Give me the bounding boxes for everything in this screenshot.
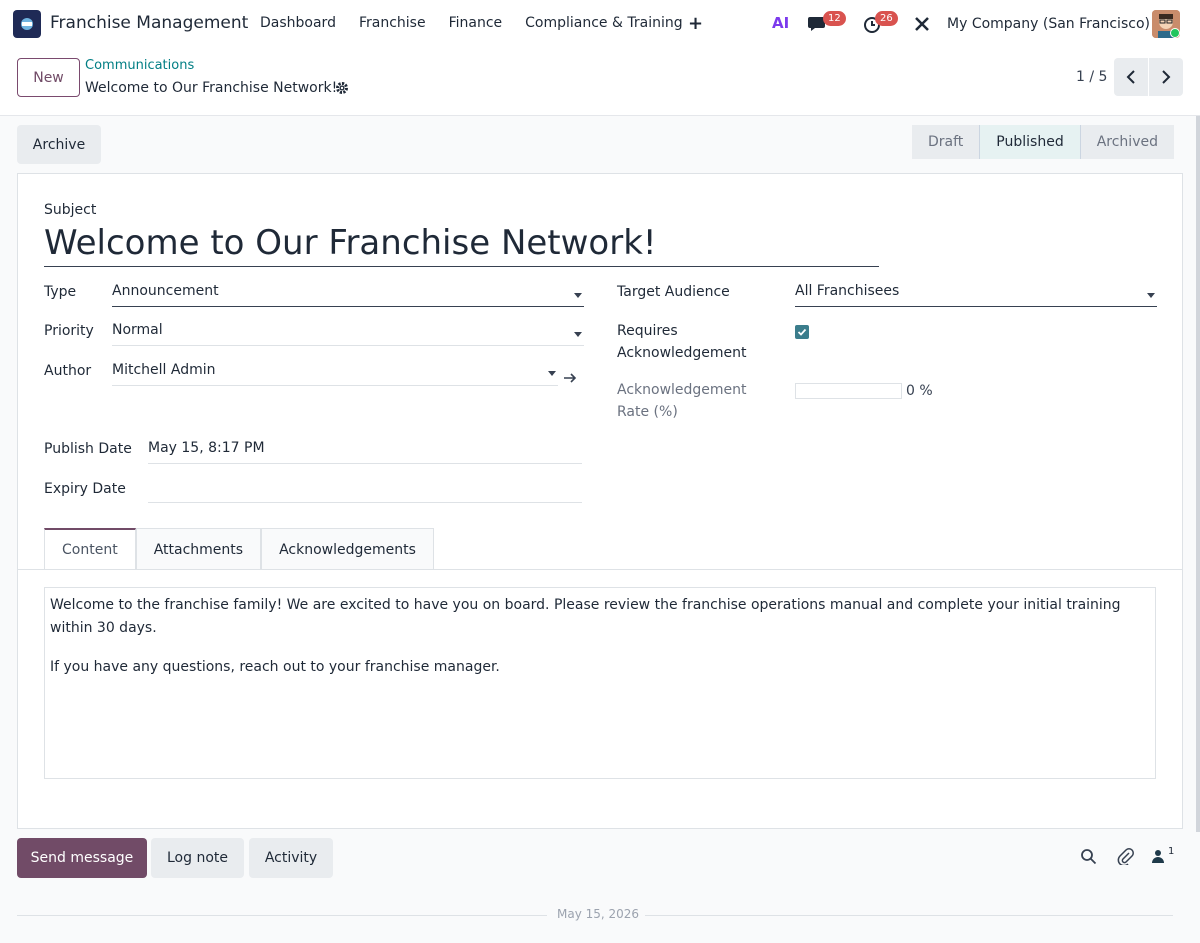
publish-date-label: Publish Date [44,441,132,457]
activity-badge: 26 [875,11,898,26]
content-paragraph: Welcome to the franchise family! We are … [50,597,1121,636]
status-archived[interactable]: Archived [1079,125,1174,159]
tab-divider [18,569,1182,570]
app-logo-icon[interactable] [13,10,41,38]
menu-compliance-training[interactable]: Compliance & Training [525,15,682,31]
tab-attachments[interactable]: Attachments [135,528,262,570]
log-note-button[interactable]: Log note [151,838,244,878]
scrollbar[interactable] [1196,116,1200,832]
requires-ack-label-line-1: Requires [617,323,678,339]
type-select[interactable]: Announcement [112,283,584,307]
ack-rate-label-line-2: Rate (%) [617,404,678,420]
chat-badge: 12 [823,11,846,26]
pager-value[interactable]: 1 / 5 [1076,69,1107,85]
requires-ack-checkbox[interactable] [795,325,809,339]
status-bar: Draft Published Archived [912,125,1174,159]
top-navbar: Franchise Management Dashboard Franchise… [0,0,1200,48]
date-separator-line [17,915,547,916]
tab-acknowledgements[interactable]: Acknowledgements [261,528,434,570]
ack-rate-progress-bar [795,383,902,399]
archive-button[interactable]: Archive [17,125,101,164]
notebook-tabs: Content Attachments Acknowledgements [44,528,434,570]
activity-button[interactable]: Activity [249,838,333,878]
date-separator-line [645,915,1173,916]
tab-content[interactable]: Content [44,528,136,570]
publish-date-input[interactable]: May 15, 8:17 PM [148,440,582,464]
new-button[interactable]: New [17,58,80,97]
content-editor[interactable]: Welcome to the franchise family! We are … [44,587,1156,779]
subject-label: Subject [44,202,97,218]
ai-icon[interactable]: AI [772,14,789,32]
caret-down-icon [574,332,582,337]
control-panel: New Communications Welcome to Our Franch… [0,48,1200,116]
gear-icon[interactable] [335,81,349,99]
chevron-right-icon [1162,70,1171,84]
menu-finance[interactable]: Finance [449,15,503,31]
check-icon [797,328,807,336]
ack-rate-value: 0 % [906,383,933,399]
internal-link-arrow-icon[interactable] [563,372,577,388]
pager-previous-button[interactable] [1114,58,1148,96]
caret-down-icon [1147,293,1155,298]
priority-select[interactable]: Normal [112,322,584,346]
expiry-date-label: Expiry Date [44,481,126,497]
search-icon[interactable] [1080,848,1097,869]
follower-count: 1 [1168,846,1175,857]
menu-franchise[interactable]: Franchise [359,15,426,31]
status-draft[interactable]: Draft [912,125,980,159]
caret-down-icon [574,293,582,298]
type-label: Type [44,284,77,300]
paperclip-icon[interactable] [1117,848,1134,869]
breadcrumb-parent[interactable]: Communications [85,58,194,73]
target-audience-label: Target Audience [617,284,730,300]
company-switcher[interactable]: My Company (San Francisco) [947,16,1150,32]
send-message-button[interactable]: Send message [17,838,147,878]
online-status-dot [1170,28,1180,38]
author-select[interactable]: Mitchell Admin [112,362,558,386]
caret-down-icon [548,371,556,376]
breadcrumb-current: Welcome to Our Franchise Network! [85,80,338,96]
subject-input[interactable]: Welcome to Our Franchise Network! [44,222,879,267]
date-separator: May 15, 2026 [557,907,640,921]
target-audience-select[interactable]: All Franchisees [795,283,1157,307]
requires-ack-label-line-2: Acknowledgement [617,345,747,361]
content-paragraph: If you have any questions, reach out to … [50,659,500,675]
author-label: Author [44,363,92,379]
priority-label: Priority [44,323,94,339]
chevron-left-icon [1126,70,1135,84]
plus-icon[interactable]: + [688,13,703,34]
pager-next-button[interactable] [1149,58,1183,96]
ack-rate-label-line-1: Acknowledgement [617,382,747,398]
app-title[interactable]: Franchise Management [50,13,248,33]
tools-icon[interactable] [913,15,931,37]
main-menu: Dashboard Franchise Finance Compliance &… [260,15,683,31]
menu-dashboard[interactable]: Dashboard [260,15,336,31]
expiry-date-input[interactable] [148,479,582,503]
followers-icon[interactable] [1152,848,1164,868]
status-published[interactable]: Published [979,125,1080,159]
